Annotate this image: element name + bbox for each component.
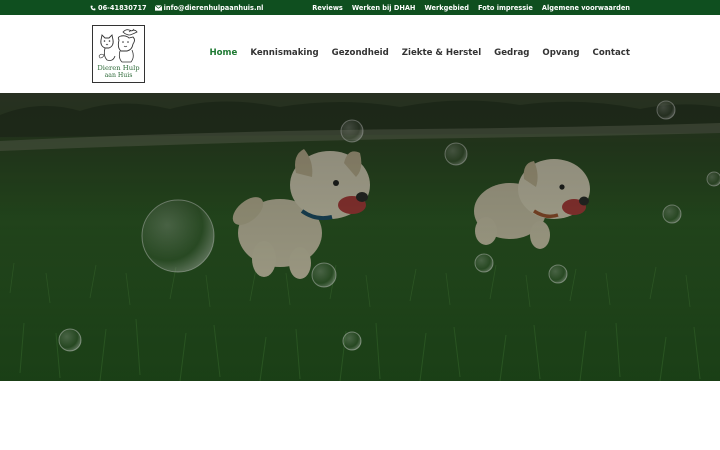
- top-bar-contact: 06-41830717 info@dierenhulpaanhuis.nl: [90, 0, 263, 15]
- nav-item-ziekte-herstel[interactable]: Ziekte & Herstel: [402, 48, 481, 58]
- phone-link[interactable]: 06-41830717: [90, 4, 147, 12]
- envelope-icon: [154, 4, 162, 11]
- phone-icon: [90, 5, 96, 10]
- email-link[interactable]: info@dierenhulpaanhuis.nl: [154, 3, 264, 12]
- main-header: Dieren Hulp aan Huis Home Kennismaking G…: [0, 15, 720, 93]
- nav-item-contact[interactable]: Contact: [593, 48, 630, 58]
- hero-photo-puppies: [0, 93, 720, 381]
- hero-banner: [0, 93, 720, 381]
- secondary-nav-algemene-voorwaarden[interactable]: Algemene voorwaarden: [542, 4, 630, 12]
- nav-item-opvang[interactable]: Opvang: [542, 48, 579, 58]
- phone-number: 06-41830717: [98, 3, 147, 12]
- top-bar: 06-41830717 info@dierenhulpaanhuis.nl Re…: [0, 0, 720, 15]
- logo-text-line2: aan Huis: [104, 72, 133, 79]
- site-logo[interactable]: Dieren Hulp aan Huis: [92, 25, 145, 83]
- secondary-nav-reviews[interactable]: Reviews: [312, 4, 343, 12]
- logo-text-line1: Dieren Hulp: [97, 64, 140, 72]
- nav-item-gedrag[interactable]: Gedrag: [494, 48, 529, 58]
- content-area: [0, 381, 720, 450]
- hero-dark-overlay: [0, 93, 720, 381]
- secondary-nav-werkgebied[interactable]: Werkgebied: [424, 4, 469, 12]
- nav-item-home[interactable]: Home: [209, 48, 237, 58]
- secondary-nav-werken-bij[interactable]: Werken bij DHAH: [352, 4, 416, 12]
- nav-item-kennismaking[interactable]: Kennismaking: [250, 48, 318, 58]
- secondary-nav: Reviews Werken bij DHAH Werkgebied Foto …: [312, 0, 630, 15]
- logo-animals-icon: [98, 28, 138, 63]
- email-address: info@dierenhulpaanhuis.nl: [163, 3, 264, 12]
- secondary-nav-foto-impressie[interactable]: Foto impressie: [478, 4, 533, 12]
- nav-item-gezondheid[interactable]: Gezondheid: [332, 48, 389, 58]
- main-nav: Home Kennismaking Gezondheid Ziekte & He…: [209, 45, 630, 61]
